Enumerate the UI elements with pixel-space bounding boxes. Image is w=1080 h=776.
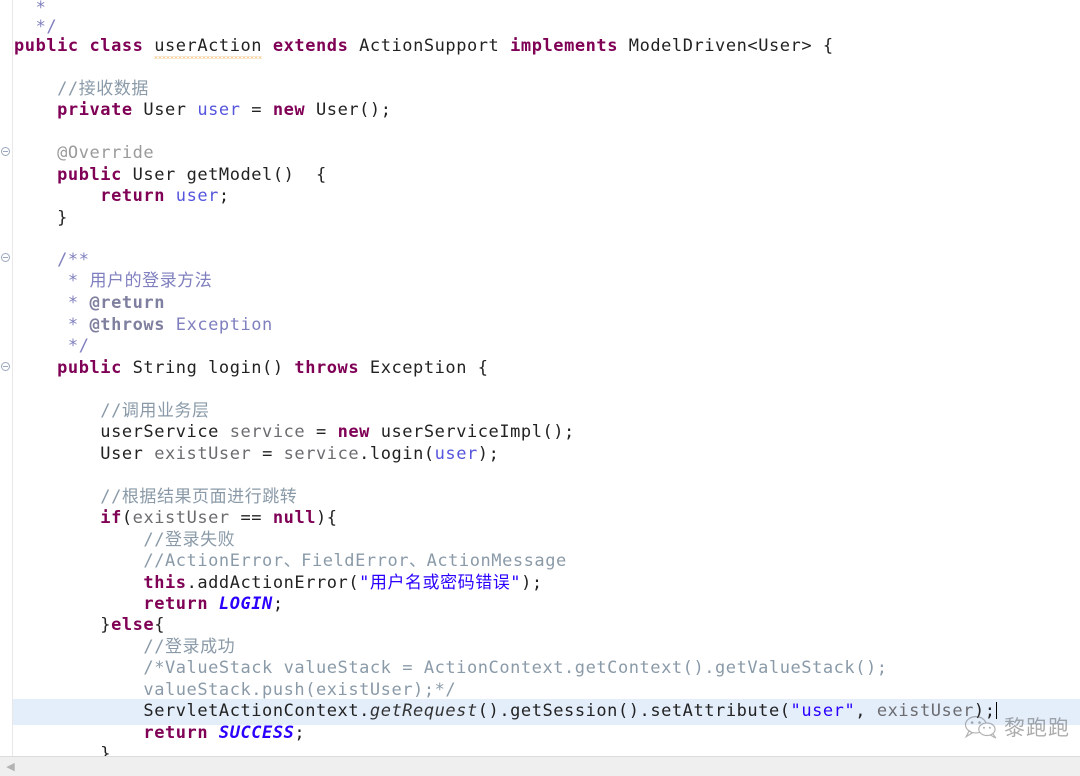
code-token: Exception {: [369, 358, 489, 378]
code-token: =: [251, 444, 284, 464]
code-token: ){: [316, 508, 338, 528]
code-token: return: [14, 723, 219, 743]
code-token: implements: [510, 36, 629, 56]
code-token: String login(): [132, 358, 295, 378]
code-token: );: [973, 701, 996, 721]
code-line-text: public String login() throws Exception {: [0, 356, 489, 382]
code-token: null: [272, 508, 317, 528]
code-token: public: [14, 358, 133, 378]
horizontal-scrollbar[interactable]: ◀: [0, 756, 1080, 776]
fold-marker-getmodel[interactable]: [1, 147, 10, 156]
code-token: throws: [294, 358, 370, 378]
code-token: User: [143, 100, 198, 120]
code-token: ;: [272, 594, 284, 614]
code-text-area[interactable]: * */ public class userAction extends Acti…: [0, 0, 1080, 764]
scroll-left-arrow-icon[interactable]: ◀: [4, 760, 17, 773]
code-token: new: [272, 100, 316, 120]
code-token: @return: [89, 293, 165, 313]
code-token: );: [477, 444, 500, 464]
fold-marker-login[interactable]: [1, 362, 10, 371]
code-token: ;: [218, 186, 230, 206]
code-token: existUser: [132, 508, 230, 528]
code-token: //登录失败: [14, 530, 236, 550]
code-line[interactable]: public String login() throws Exception {: [0, 356, 489, 382]
code-token: ().getSession().setAttribute(: [477, 701, 791, 721]
code-token: *: [14, 315, 90, 335]
code-token: user: [197, 100, 241, 120]
code-token: }: [14, 615, 112, 635]
code-token: @Override: [14, 143, 155, 163]
code-token: else: [111, 615, 155, 635]
fold-gutter[interactable]: [0, 0, 13, 757]
code-token: /*ValueStack valueStack = ActionContext.…: [14, 658, 888, 678]
code-line[interactable]: User existUser = service.login(user);: [0, 442, 499, 468]
code-line-text: private User user = new User();: [0, 98, 392, 124]
code-token: User getModel() {: [132, 165, 327, 185]
code-token: "用户名或密码错误": [359, 573, 522, 593]
code-token: SUCCESS: [218, 723, 295, 743]
code-token: if: [14, 508, 122, 528]
code-token: */: [14, 336, 90, 356]
code-token: * 用户的登录方法: [14, 271, 213, 291]
code-token: this: [14, 573, 187, 593]
code-token: .addActionError(: [186, 573, 360, 593]
code-token: ,: [855, 701, 877, 721]
code-token: userService: [14, 422, 230, 442]
code-token: .login(: [359, 444, 435, 464]
code-token: *: [14, 293, 90, 313]
code-token: /**: [14, 250, 90, 270]
code-token: user: [434, 444, 478, 464]
code-line-text: User existUser = service.login(user);: [0, 442, 499, 468]
code-line[interactable]: private User user = new User();: [0, 98, 392, 124]
code-token: service: [229, 422, 306, 442]
code-token: ModelDriven<User> {: [628, 36, 834, 56]
code-token: extends: [272, 36, 360, 56]
code-token: service: [283, 444, 360, 464]
code-token: ;: [294, 723, 306, 743]
code-token: //调用业务层: [14, 401, 210, 421]
code-token: user: [175, 186, 219, 206]
code-token: existUser: [154, 444, 252, 464]
code-editor[interactable]: * */ public class userAction extends Acti…: [0, 0, 1080, 776]
code-token: "user": [790, 701, 856, 721]
code-token: getRequest: [369, 701, 478, 721]
code-token: =: [240, 100, 273, 120]
code-token: public: [14, 165, 133, 185]
code-token: @throws: [89, 315, 176, 335]
code-token: (: [121, 508, 133, 528]
code-token: return: [14, 594, 219, 614]
code-token: LOGIN: [218, 594, 273, 614]
code-token: new: [337, 422, 381, 442]
code-token: User();: [316, 100, 392, 120]
code-token: //登录成功: [14, 637, 236, 657]
code-token: valueStack.push(existUser);*/: [14, 680, 457, 700]
code-token: ==: [229, 508, 273, 528]
code-token: ServletActionContext.: [14, 701, 370, 721]
code-token: User: [14, 444, 155, 464]
code-token: //接收数据: [14, 79, 149, 99]
code-token: //ActionError、FieldError、ActionMessage: [14, 551, 567, 571]
fold-marker-javadoc[interactable]: [1, 253, 10, 262]
code-token: existUser: [876, 701, 974, 721]
code-token: );: [521, 573, 543, 593]
code-token: //根据结果页面进行跳转: [14, 487, 298, 507]
code-token: private: [14, 100, 144, 120]
code-line[interactable]: public class userAction extends ActionSu…: [0, 34, 834, 60]
code-token: userServiceImpl();: [380, 422, 575, 442]
code-token: ActionSupport: [359, 36, 511, 56]
code-token: public class: [14, 36, 155, 56]
code-token: =: [305, 422, 338, 442]
code-token: return: [14, 186, 176, 206]
code-token: {: [154, 615, 166, 635]
text-caret: [996, 702, 998, 719]
code-token: }: [14, 208, 68, 228]
code-token: userAction: [154, 34, 262, 60]
horizontal-scrollbar-thumb[interactable]: [18, 759, 1058, 774]
code-line-text: public class userAction extends ActionSu…: [0, 34, 834, 60]
code-token: Exception: [175, 315, 273, 335]
